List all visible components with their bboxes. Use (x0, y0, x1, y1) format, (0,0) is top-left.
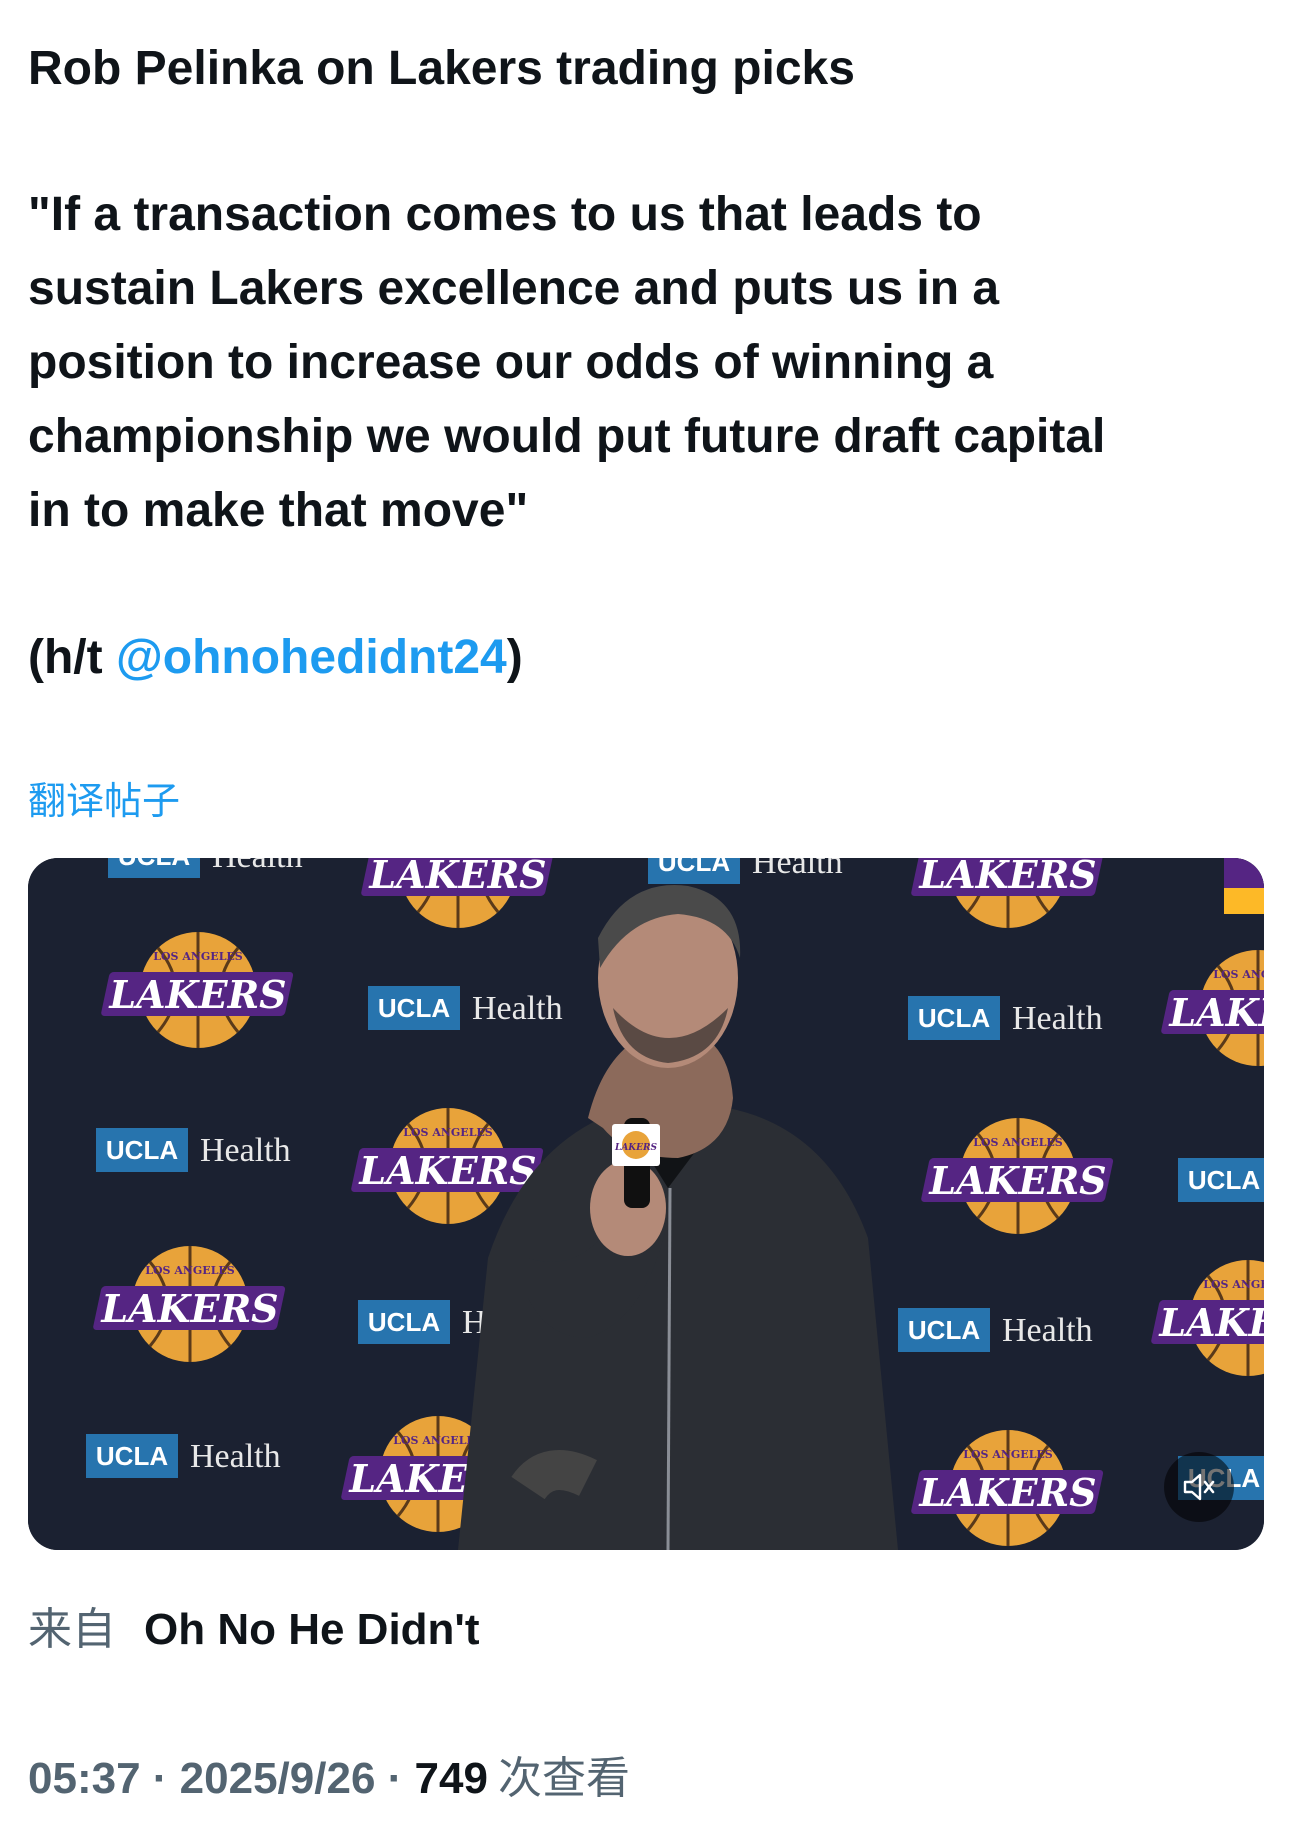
video-frame: LAKERS LOS ANGELES UCLA Health (28, 858, 1264, 1550)
video-player[interactable]: LAKERS LOS ANGELES UCLA Health (28, 858, 1264, 1550)
quote-line: in to make that move" (28, 484, 529, 537)
translate-post-link[interactable]: 翻译帖子 (28, 770, 180, 825)
quote-line: "If a transaction comes to us that leads… (28, 188, 982, 241)
post-time[interactable]: 05:37 (28, 1754, 141, 1803)
tweet-meta: 05:37 · 2025/9/26 · 749 次查看 (28, 1742, 630, 1806)
hat-tip-suffix: ) (506, 631, 523, 684)
hat-tip-prefix: (h/t (28, 631, 116, 684)
source-prefix: 来自 (28, 1605, 116, 1654)
quote-line: championship we would put future draft c… (28, 410, 1106, 463)
mute-button[interactable] (1164, 1452, 1234, 1522)
view-count-label: 次查看 (497, 1754, 630, 1803)
meta-separator: · (152, 1754, 168, 1803)
quote-line: position to increase our odds of winning… (28, 336, 994, 389)
video-source: 来自 Oh No He Didn't (28, 1593, 480, 1657)
hat-tip: (h/t @ohnohedidnt24) (28, 621, 523, 695)
view-count: 749 (414, 1754, 488, 1803)
quote-line: sustain Lakers excellence and puts us in… (28, 262, 1000, 315)
source-name-link[interactable]: Oh No He Didn't (144, 1605, 480, 1654)
tweet-quote: "If a transaction comes to us that leads… (28, 178, 1105, 548)
mention-link[interactable]: @ohnohedidnt24 (116, 631, 507, 684)
tweet-title: Rob Pelinka on Lakers trading picks (28, 42, 855, 95)
post-date[interactable]: 2025/9/26 (180, 1754, 376, 1803)
volume-muted-icon (1183, 1473, 1215, 1501)
svg-text:LAKERS: LAKERS (614, 1143, 657, 1153)
meta-separator: · (387, 1754, 403, 1803)
